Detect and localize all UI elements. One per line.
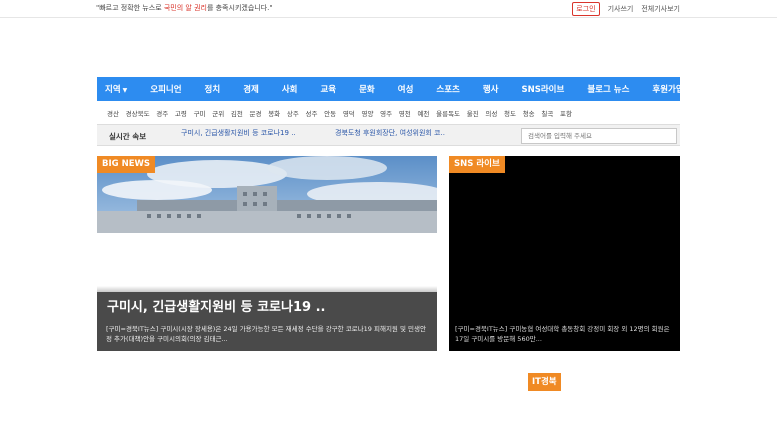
region-link[interactable]: 군위 bbox=[212, 108, 224, 118]
region-link[interactable]: 포항 bbox=[560, 108, 572, 118]
write-article-link[interactable]: 기사쓰기 bbox=[608, 4, 634, 14]
main-nav: 지역 ▼ 오피니언 정치 경제 사회 교육 문화 여성 스포츠 행사 SNS라이브 블로그 뉴스 후원가입 bbox=[97, 77, 684, 101]
nav-item[interactable]: 오피니언 bbox=[150, 83, 181, 95]
nav-item[interactable]: 정치 bbox=[205, 83, 221, 95]
nav-item-label: 블로그 뉴스 bbox=[587, 85, 630, 95]
chevron-down-icon: ▼ bbox=[122, 87, 128, 94]
nav-item-label: 교육 bbox=[320, 85, 337, 95]
nav-item[interactable]: 지역 ▼ bbox=[105, 83, 127, 95]
big-news-summary[interactable]: [구미=경북IT뉴스] 구미시(시장 장세용)은 24일 가용가능한 모든 재세… bbox=[106, 324, 428, 344]
nav-item[interactable]: 경제 bbox=[243, 83, 259, 95]
region-link[interactable]: 영양 bbox=[361, 108, 373, 118]
nav-item[interactable]: 여성 bbox=[398, 83, 414, 95]
slogan-prefix: "빠르고 정확한 뉴스로 bbox=[96, 4, 164, 12]
nav-item-label: 정치 bbox=[204, 85, 221, 95]
region-link[interactable]: 울릉독도 bbox=[436, 108, 460, 118]
region-link[interactable]: 김천 bbox=[231, 108, 243, 118]
region-link[interactable]: 의성 bbox=[485, 108, 497, 118]
slogan-highlight: 국민의 알 권리 bbox=[163, 4, 207, 12]
sns-live-panel[interactable]: SNS 라이브 [구미=경북IT뉴스] 구미농협 여성대학 총동창회 강정미 회… bbox=[449, 156, 680, 351]
nav-item-label: 사회 bbox=[281, 85, 298, 95]
region-link[interactable]: 안동 bbox=[324, 108, 336, 118]
sns-live-summary[interactable]: [구미=경북IT뉴스] 구미농협 여성대학 총동창회 강정미 회장 외 12명의… bbox=[455, 324, 673, 344]
nav-item[interactable]: 스포츠 bbox=[436, 83, 459, 95]
nav-item[interactable]: SNS라이브 bbox=[522, 83, 565, 95]
region-link[interactable]: 경상북도 bbox=[126, 108, 150, 118]
region-link[interactable]: 경주 bbox=[156, 108, 168, 118]
login-button[interactable]: 로그인 bbox=[572, 2, 600, 16]
region-link[interactable]: 울진 bbox=[467, 108, 479, 118]
region-link[interactable]: 영주 bbox=[380, 108, 392, 118]
nav-item-label: 행사 bbox=[482, 85, 499, 95]
region-link[interactable]: 성주 bbox=[306, 108, 318, 118]
ticker-news-item[interactable]: 경북도청 후원회장단, 여성위원회 코.. bbox=[335, 128, 445, 138]
region-link[interactable]: 문경 bbox=[250, 108, 262, 118]
slogan-suffix: 를 충족시키겠습니다." bbox=[206, 4, 273, 12]
region-link[interactable]: 예천 bbox=[417, 108, 429, 118]
top-bar: "빠르고 정확한 뉴스로 국민의 알 권리를 충족시키겠습니다." 로그인 기사… bbox=[0, 0, 777, 18]
nav-item[interactable]: 행사 bbox=[483, 83, 499, 95]
it-section-tag[interactable]: IT경북 bbox=[528, 373, 561, 391]
news-ticker: 실시간 속보 구미시, 긴급생활지원비 등 코로나19 .. 경북도청 후원회장… bbox=[97, 124, 680, 146]
region-link[interactable]: 칠곡 bbox=[541, 108, 553, 118]
region-link[interactable]: 경산 bbox=[107, 108, 119, 118]
nav-item-label: 여성 bbox=[397, 85, 414, 95]
top-links: 로그인 기사쓰기 전체기사보기 bbox=[572, 2, 680, 16]
region-link[interactable]: 영덕 bbox=[343, 108, 355, 118]
all-articles-link[interactable]: 전체기사보기 bbox=[641, 4, 680, 14]
nav-item[interactable]: 블로그 뉴스 bbox=[587, 83, 629, 95]
region-link[interactable]: 영천 bbox=[399, 108, 411, 118]
nav-item-label: 경제 bbox=[243, 85, 259, 95]
nav-item[interactable]: 사회 bbox=[282, 83, 298, 95]
region-link[interactable]: 구미 bbox=[194, 108, 206, 118]
nav-item[interactable]: 교육 bbox=[320, 83, 336, 95]
site-slogan: "빠르고 정확한 뉴스로 국민의 알 권리를 충족시키겠습니다." bbox=[96, 3, 273, 13]
search-input[interactable] bbox=[521, 128, 677, 144]
region-link[interactable]: 청송 bbox=[523, 108, 535, 118]
nav-item-label: 문화 bbox=[359, 85, 375, 95]
big-news-headline[interactable]: 구미시, 긴급생활지원비 등 코로나19 .. bbox=[107, 296, 325, 315]
nav-item-label: SNS라이브 bbox=[521, 85, 565, 95]
ticker-news-item[interactable]: 구미시, 긴급생활지원비 등 코로나19 .. bbox=[181, 128, 296, 138]
ticker-label: 실시간 속보 bbox=[109, 132, 147, 141]
big-news-panel[interactable]: BIG NEWS 구미시, 긴급생활지원비 등 코로나19 .. [구미=경북I… bbox=[97, 156, 437, 351]
nav-item[interactable]: 후원가입 bbox=[652, 83, 683, 95]
region-link[interactable]: 고령 bbox=[175, 108, 187, 118]
region-link[interactable]: 봉화 bbox=[268, 108, 280, 118]
region-link[interactable]: 상주 bbox=[287, 108, 299, 118]
nav-item-label: 후원가입 bbox=[652, 85, 684, 95]
region-link[interactable]: 청도 bbox=[504, 108, 516, 118]
nav-item-label: 지역 bbox=[105, 85, 121, 95]
big-news-tag: BIG NEWS bbox=[97, 156, 155, 173]
nav-item[interactable]: 문화 bbox=[359, 83, 375, 95]
nav-item-label: 오피니언 bbox=[150, 85, 182, 95]
nav-item-label: 스포츠 bbox=[436, 85, 460, 95]
region-nav: 경산 경상북도 경주 고령 구미 군위 김천 문경 봉화 상주 성주 안동 영덕 영양 영주 영천 예천 울릉독도… bbox=[97, 106, 680, 120]
sns-live-tag: SNS 라이브 bbox=[449, 156, 505, 173]
